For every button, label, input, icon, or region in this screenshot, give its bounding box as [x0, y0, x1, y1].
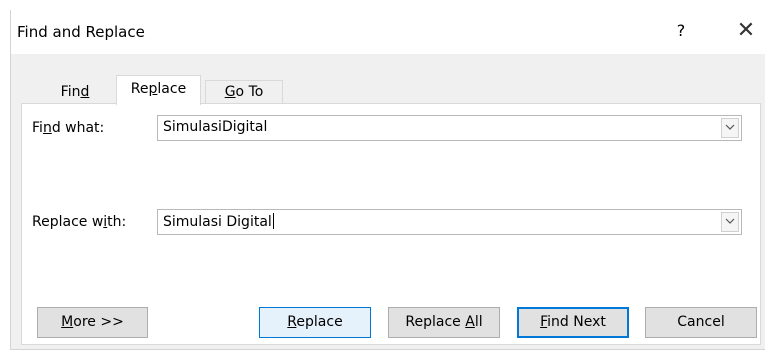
title-bar: Find and Replace ? ✕: [11, 10, 765, 54]
dialog-title: Find and Replace: [17, 23, 145, 41]
cancel-button[interactable]: Cancel: [645, 307, 757, 338]
replace-all-button[interactable]: Replace All: [388, 307, 500, 338]
chevron-down-icon[interactable]: [721, 212, 739, 232]
replace-with-combo[interactable]: Simulasi Digital: [157, 209, 742, 235]
replace-with-label: Replace with:: [32, 214, 127, 230]
find-what-label: Find what:: [32, 120, 105, 136]
close-icon[interactable]: ✕: [731, 16, 761, 46]
chevron-down-icon[interactable]: [721, 118, 739, 138]
tab-find[interactable]: Find: [35, 80, 115, 104]
more-button[interactable]: More >>: [37, 307, 148, 338]
find-replace-dialog: Find and Replace ? ✕ Find Replace Go To …: [10, 10, 765, 350]
replace-button[interactable]: Replace: [259, 307, 371, 338]
find-what-combo[interactable]: SimulasiDigital: [157, 115, 742, 141]
tab-strip: Find Replace Go To: [21, 75, 761, 105]
find-what-input[interactable]: SimulasiDigital: [163, 119, 267, 135]
tab-goto[interactable]: Go To: [205, 80, 283, 104]
replace-with-input[interactable]: Simulasi Digital: [163, 213, 274, 230]
tab-replace[interactable]: Replace: [116, 75, 201, 105]
help-button[interactable]: ?: [671, 21, 691, 43]
text-cursor: [272, 213, 274, 229]
find-next-button[interactable]: Find Next: [517, 307, 629, 338]
